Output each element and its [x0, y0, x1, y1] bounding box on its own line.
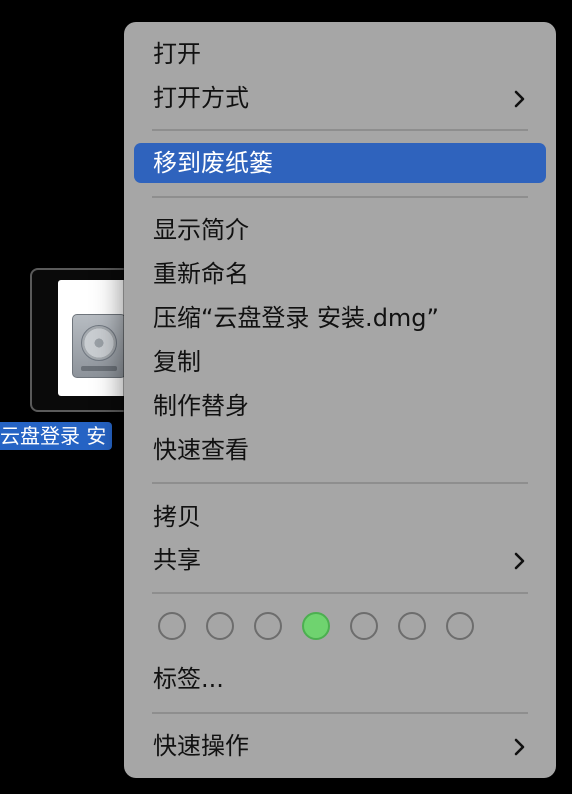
tag-dot[interactable]: [350, 612, 378, 640]
context-menu: 打开 打开方式 移到废纸篓 显示简介 重新命名 压缩“云盘登录 安装.dmg” …: [124, 22, 556, 778]
menu-item-label: 快速操作: [153, 732, 249, 760]
chevron-right-icon: [514, 78, 528, 118]
menu-item-open-with[interactable]: 打开方式: [134, 78, 546, 118]
menu-separator: [152, 482, 528, 484]
chevron-right-icon: [514, 540, 528, 580]
disk-slot: [81, 366, 117, 371]
menu-item-duplicate[interactable]: 复制: [134, 342, 546, 382]
menu-item-open[interactable]: 打开: [134, 34, 546, 74]
chevron-right-icon: [514, 726, 528, 766]
menu-item-copy[interactable]: 拷贝: [134, 497, 546, 537]
menu-item-make-alias[interactable]: 制作替身: [134, 386, 546, 426]
menu-item-tags[interactable]: 标签...: [134, 659, 546, 699]
file-name-label[interactable]: 云盘登录 安: [0, 422, 113, 450]
menu-item-quick-actions[interactable]: 快速操作: [134, 726, 546, 766]
menu-item-quick-look[interactable]: 快速查看: [134, 430, 546, 470]
menu-separator: [152, 129, 528, 131]
menu-separator: [152, 592, 528, 594]
disk-image-icon: [72, 314, 126, 378]
menu-separator: [152, 196, 528, 198]
tag-dot[interactable]: [254, 612, 282, 640]
desktop: 云盘登录 安 打开 打开方式 移到废纸篓 显示简介 重新命名 压缩“云盘登录 安…: [0, 0, 572, 794]
menu-item-label: 共享: [153, 546, 201, 574]
tag-dot-green[interactable]: [302, 612, 330, 640]
menu-item-compress[interactable]: 压缩“云盘登录 安装.dmg”: [134, 298, 546, 338]
menu-item-get-info[interactable]: 显示简介: [134, 210, 546, 250]
tag-dot[interactable]: [206, 612, 234, 640]
tag-dot[interactable]: [398, 612, 426, 640]
menu-item-move-to-trash[interactable]: 移到废纸篓: [134, 143, 546, 183]
disk-platter: [81, 325, 117, 361]
menu-item-rename[interactable]: 重新命名: [134, 254, 546, 294]
menu-item-share[interactable]: 共享: [134, 540, 546, 580]
tag-dot[interactable]: [158, 612, 186, 640]
menu-item-label: 打开方式: [153, 84, 249, 112]
tag-dot[interactable]: [446, 612, 474, 640]
menu-separator: [152, 712, 528, 714]
